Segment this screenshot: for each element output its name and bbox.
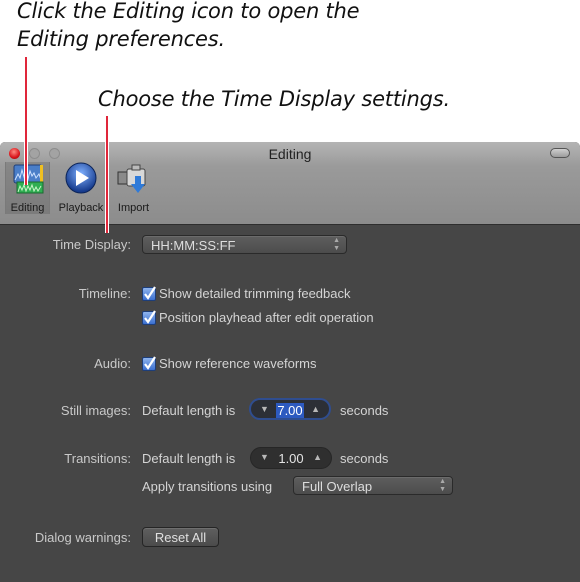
preferences-window: Editing Editing Playback Import Time Dis…: [0, 142, 580, 582]
toolbar-label-playback: Playback: [58, 202, 104, 214]
reference-waveforms-checkbox[interactable]: [142, 356, 156, 371]
checkmark-icon: [144, 286, 156, 300]
playback-icon: [65, 162, 97, 194]
still-images-length-stepper[interactable]: ▼ 7.00 ▲: [249, 398, 331, 420]
toolbar-label-editing: Editing: [10, 202, 45, 214]
checkmark-icon: [144, 310, 156, 324]
toolbar-item-import[interactable]: Import: [111, 162, 156, 214]
toolbar-label-import: Import: [117, 202, 150, 214]
dialog-warnings-label: Dialog warnings:: [34, 530, 131, 545]
still-images-length-value[interactable]: 7.00: [276, 403, 304, 418]
apply-transitions-label: Apply transitions using: [142, 479, 273, 494]
transitions-label: Transitions:: [64, 451, 131, 466]
popup-arrows-icon: ▲ ▼: [333, 237, 340, 252]
audio-label: Audio:: [94, 356, 131, 371]
popup-arrows-icon: ▲ ▼: [439, 478, 446, 493]
transitions-prefix: Default length is: [142, 451, 236, 466]
titlebar: Editing Editing Playback Import: [0, 142, 580, 225]
checkmark-icon: [144, 356, 156, 370]
still-images-label: Still images:: [60, 403, 131, 418]
callout-time-display: Choose the Time Display settings.: [98, 87, 450, 111]
position-playhead-checkbox[interactable]: [142, 310, 156, 325]
reset-all-button[interactable]: Reset All: [142, 527, 219, 547]
increment-icon[interactable]: ▲: [313, 452, 322, 462]
transitions-suffix: seconds: [340, 451, 389, 466]
toolbar-toggle-button[interactable]: [550, 148, 570, 158]
callout-editing: Click the Editing icon to open the Editi…: [17, 0, 360, 51]
transitions-length-stepper[interactable]: ▼ 1.00 ▲: [250, 447, 332, 469]
time-display-popup[interactable]: HH:MM:SS:FF ▲ ▼: [142, 235, 347, 254]
still-images-suffix: seconds: [340, 403, 389, 418]
import-icon: [117, 164, 146, 193]
apply-transitions-popup[interactable]: Full Overlap ▲ ▼: [293, 476, 453, 495]
timeline-label: Timeline:: [78, 286, 131, 301]
time-display-value: HH:MM:SS:FF: [151, 238, 236, 253]
trimming-feedback-label[interactable]: Show detailed trimming feedback: [159, 286, 351, 301]
reference-waveforms-label[interactable]: Show reference waveforms: [159, 356, 317, 371]
window-title: Editing: [268, 146, 312, 162]
callout-line-editing: [25, 57, 27, 185]
increment-icon[interactable]: ▲: [311, 404, 320, 414]
apply-transitions-value: Full Overlap: [302, 479, 373, 494]
toolbar-item-playback[interactable]: Playback: [55, 162, 107, 214]
callout-line-time-display: [106, 116, 108, 233]
trimming-feedback-checkbox[interactable]: [142, 286, 156, 301]
time-display-label: Time Display:: [52, 237, 131, 252]
editing-icon: [13, 164, 44, 194]
preferences-content: Time Display: HH:MM:SS:FF ▲ ▼ Timeline: S…: [0, 225, 580, 582]
still-images-prefix: Default length is: [142, 403, 236, 418]
position-playhead-label[interactable]: Position playhead after edit operation: [159, 310, 374, 325]
toolbar-item-editing[interactable]: Editing: [5, 162, 50, 214]
